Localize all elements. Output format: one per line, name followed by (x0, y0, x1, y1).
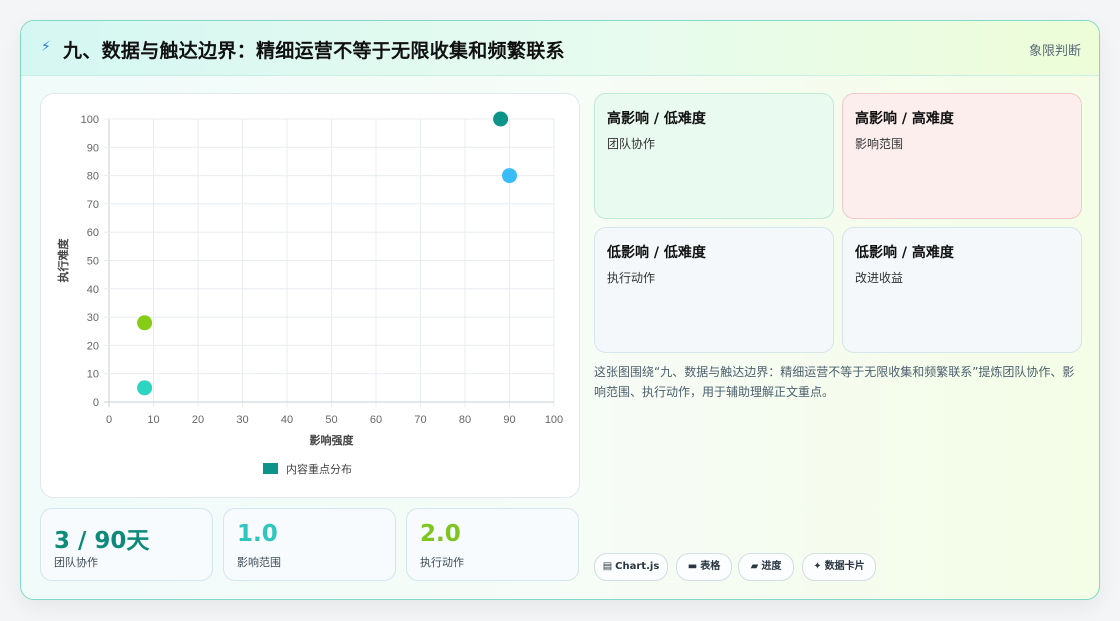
y-tick-label: 60 (87, 227, 99, 239)
data-point (137, 380, 153, 396)
quadrant-item: 影响范围 (855, 137, 904, 151)
stat-value: 2.0 (420, 521, 461, 547)
quadrant-title: 高影响 / 高难度 (855, 111, 954, 127)
quadrant-high-impact-high-difficulty: 高影响 / 高难度 影响范围 (842, 93, 1082, 219)
quadrant-title: 高影响 / 低难度 (607, 111, 706, 127)
table-icon: ▬ (687, 561, 698, 572)
chip-data-card[interactable]: ✦ 数据卡片 (802, 553, 876, 581)
chip-label: 数据卡片 (824, 561, 865, 572)
scatter-chart-panel: 0 10 20 30 40 50 60 70 80 90 100 0 10 20 30 40 50 60 70 80 9… (40, 93, 580, 498)
chart-description: 这张图围绕“九、数据与触达边界：精细运营不等于无限收集和频繁联系”提炼团队协作、… (594, 365, 1075, 399)
quadrant-title: 低影响 / 低难度 (607, 245, 706, 261)
sparkle-icon: ✦ (813, 561, 822, 572)
scatter-chart: 0 10 20 30 40 50 60 70 80 90 100 0 10 20 30 40 50 60 70 80 9… (56, 111, 563, 476)
x-tick-label: 20 (192, 414, 204, 426)
chip-label: 表格 (700, 561, 721, 572)
chip-table[interactable]: ▬ 表格 (676, 553, 732, 581)
y-tick-label: 10 (87, 369, 99, 381)
x-tick-label: 90 (503, 414, 515, 426)
y-tick-label: 100 (81, 114, 99, 126)
stat-label: 执行动作 (420, 556, 464, 569)
quadrant-item: 执行动作 (607, 271, 656, 285)
x-tick-label: 30 (236, 414, 248, 426)
x-tick-label: 80 (459, 414, 471, 426)
stat-label: 影响范围 (237, 556, 281, 569)
y-tick-label: 40 (87, 284, 99, 296)
data-point (137, 315, 153, 331)
y-tick-label: 50 (87, 256, 99, 268)
x-tick-label: 70 (414, 414, 426, 426)
x-tick-label: 40 (281, 414, 293, 426)
y-tick-label: 20 (87, 340, 99, 352)
x-tick-label: 0 (106, 414, 112, 426)
quadrant-title: 低影响 / 高难度 (855, 245, 954, 261)
x-tick-label: 100 (545, 414, 563, 426)
quadrant-high-impact-low-difficulty: 高影响 / 低难度 团队协作 (594, 93, 834, 219)
stat-value: 1.0 (237, 521, 278, 547)
header-tag: 象限判断 (1028, 44, 1081, 59)
y-tick-label: 70 (87, 199, 99, 211)
page-title: 九、数据与触达边界：精细运营不等于无限收集和频繁联系 (63, 40, 565, 62)
chip-label: Chart.js (615, 561, 660, 572)
data-point (502, 168, 517, 184)
stat-value: 3 / 90天 (54, 528, 150, 554)
quadrant-low-impact-high-difficulty: 低影响 / 高难度 改进收益 (842, 227, 1082, 353)
x-axis-label: 影响强度 (310, 433, 355, 447)
y-tick-label: 0 (93, 397, 99, 409)
lightning-icon: ⚡ (41, 39, 51, 55)
y-tick-label: 80 (87, 171, 99, 183)
chart-icon: ▤ (602, 561, 613, 572)
chip-label: 进度 (761, 561, 782, 572)
x-tick-label: 60 (370, 414, 382, 426)
x-tick-label: 10 (147, 414, 159, 426)
stat-card-action: 2.0 执行动作 (406, 508, 579, 581)
legend-swatch (263, 463, 278, 474)
stat-label: 团队协作 (54, 556, 98, 569)
progress-icon: ▰ (750, 561, 759, 572)
chip-chartjs[interactable]: ▤ Chart.js (594, 553, 668, 581)
card-header: ⚡ 九、数据与触达边界：精细运营不等于无限收集和频繁联系 象限判断 (21, 21, 1099, 76)
stat-card-team: 3 / 90天 团队协作 (40, 508, 213, 581)
legend-label: 内容重点分布 (286, 462, 352, 476)
chip-progress[interactable]: ▰ 进度 (738, 553, 794, 581)
x-tick-label: 50 (325, 414, 337, 426)
stat-card-scope: 1.0 影响范围 (223, 508, 396, 581)
data-point (493, 111, 509, 127)
quadrant-item: 改进收益 (855, 271, 904, 285)
y-tick-label: 30 (87, 312, 99, 324)
quadrant-item: 团队协作 (607, 137, 656, 151)
y-tick-label: 90 (87, 142, 99, 154)
main-card: ⚡ 九、数据与触达边界：精细运营不等于无限收集和频繁联系 象限判断 0 10 20 3… (20, 20, 1100, 600)
quadrant-low-impact-low-difficulty: 低影响 / 低难度 执行动作 (594, 227, 834, 353)
y-axis-label: 执行难度 (56, 238, 70, 283)
